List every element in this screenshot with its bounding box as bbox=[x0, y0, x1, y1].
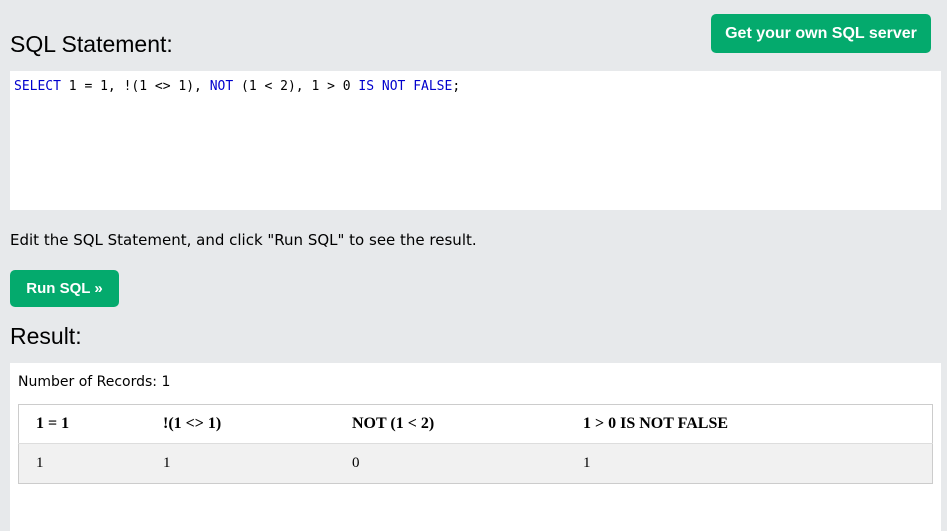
sql-statement-title: SQL Statement: bbox=[10, 31, 173, 57]
result-title: Result: bbox=[10, 323, 82, 349]
table-cell: 1 bbox=[566, 443, 933, 484]
table-cell: 0 bbox=[335, 443, 566, 484]
table-cell: 1 bbox=[18, 443, 146, 484]
sql-editor[interactable]: SELECT 1 = 1, !(1 <> 1), NOT (1 < 2), 1 … bbox=[10, 71, 941, 210]
instruction-text: Edit the SQL Statement, and click "Run S… bbox=[10, 231, 477, 249]
sql-text: 1 = 1, !(1 <> 1), bbox=[60, 79, 210, 94]
table-row: 1 1 0 1 bbox=[18, 443, 933, 484]
sql-keyword: SELECT bbox=[14, 79, 61, 94]
result-table: 1 = 1 !(1 <> 1) NOT (1 < 2) 1 > 0 IS NOT… bbox=[18, 404, 933, 484]
column-header: !(1 <> 1) bbox=[146, 404, 335, 444]
column-header: NOT (1 < 2) bbox=[335, 404, 566, 444]
column-header: 1 = 1 bbox=[18, 404, 146, 444]
sql-keyword: NOT bbox=[381, 79, 406, 94]
get-sql-server-button[interactable]: Get your own SQL server bbox=[711, 14, 931, 53]
run-sql-button[interactable]: Run SQL » bbox=[10, 270, 119, 307]
sql-keyword: IS bbox=[358, 79, 375, 94]
sql-text: (1 < 2), 1 > 0 bbox=[233, 79, 359, 94]
result-panel: Number of Records: 1 1 = 1 !(1 <> 1) NOT… bbox=[10, 363, 941, 531]
sql-keyword: FALSE bbox=[413, 79, 453, 94]
column-header: 1 > 0 IS NOT FALSE bbox=[566, 404, 933, 444]
sql-keyword: NOT bbox=[209, 79, 234, 94]
table-cell: 1 bbox=[146, 443, 335, 484]
table-header-row: 1 = 1 !(1 <> 1) NOT (1 < 2) 1 > 0 IS NOT… bbox=[18, 404, 933, 444]
records-count: Number of Records: 1 bbox=[18, 374, 171, 390]
sql-text: ; bbox=[452, 79, 461, 94]
